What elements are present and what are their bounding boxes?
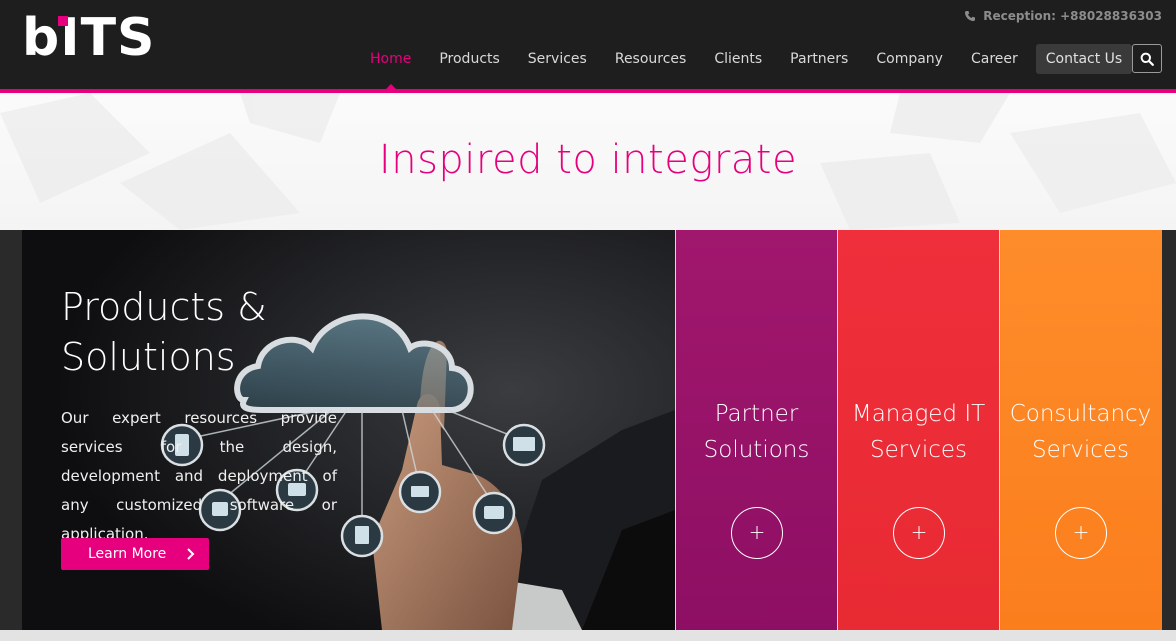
learn-more-label: Learn More (88, 546, 167, 562)
panel-title: Consultancy Services (1000, 396, 1161, 468)
nav-contact-us[interactable]: Contact Us (1035, 44, 1133, 74)
search-button[interactable] (1132, 44, 1162, 73)
bottom-band (0, 630, 1176, 641)
tagline: Inspired to integrate (378, 137, 798, 183)
panel-partner-solutions[interactable]: Partner Solutions + (676, 230, 837, 630)
nav-career[interactable]: Career (957, 44, 1032, 74)
panel-title-line2: Services (1032, 437, 1129, 463)
panel-title-line2: Solutions (703, 437, 810, 463)
feature-section: Products & Solutions Our expert resource… (0, 230, 1176, 630)
reception-info: Reception: +88028836303 (964, 9, 1162, 23)
nav-products[interactable]: Products (425, 44, 513, 74)
hero-description: Our expert resources provide services fo… (61, 409, 337, 543)
panel-consultancy-services[interactable]: Consultancy Services + (1000, 230, 1162, 630)
nav-home[interactable]: Home (356, 44, 425, 90)
panel-title-line1: Managed IT (851, 401, 986, 427)
logo-dot (58, 16, 68, 26)
logo-text: bITS (22, 8, 156, 68)
panel-title-line1: Partner (714, 401, 799, 427)
main-nav: Home Products Services Resources Clients… (356, 44, 1133, 90)
hero-title-line1: Products & (61, 285, 267, 329)
search-icon (1140, 52, 1154, 66)
plus-icon[interactable]: + (731, 507, 783, 559)
panel-title: Managed IT Services (838, 396, 999, 468)
nav-clients[interactable]: Clients (700, 44, 776, 74)
plus-icon[interactable]: + (1055, 507, 1107, 559)
panel-managed-it-services[interactable]: Managed IT Services + (838, 230, 999, 630)
right-strip (1162, 230, 1176, 630)
site-logo[interactable]: bITS (22, 10, 155, 68)
nav-partners[interactable]: Partners (776, 44, 862, 74)
nav-resources[interactable]: Resources (601, 44, 701, 74)
nav-services[interactable]: Services (514, 44, 601, 74)
nav-company[interactable]: Company (862, 44, 957, 74)
hero-title: Products & Solutions (61, 282, 361, 382)
panel-title-line1: Consultancy (1009, 401, 1152, 427)
panel-title: Partner Solutions (676, 396, 837, 468)
left-strip (0, 230, 22, 630)
site-header: bITS Reception: +88028836303 Home Produc… (0, 0, 1176, 90)
plus-icon[interactable]: + (893, 507, 945, 559)
tagline-band: Inspired to integrate (0, 93, 1176, 230)
reception-text: Reception: +88028836303 (983, 9, 1162, 23)
learn-more-button[interactable]: Learn More (61, 538, 209, 570)
hero-products-solutions: Products & Solutions Our expert resource… (22, 230, 675, 630)
phone-icon (965, 11, 976, 21)
panel-title-line2: Services (870, 437, 967, 463)
hero-title-line2: Solutions (61, 335, 236, 379)
chevron-right-icon (187, 548, 195, 560)
